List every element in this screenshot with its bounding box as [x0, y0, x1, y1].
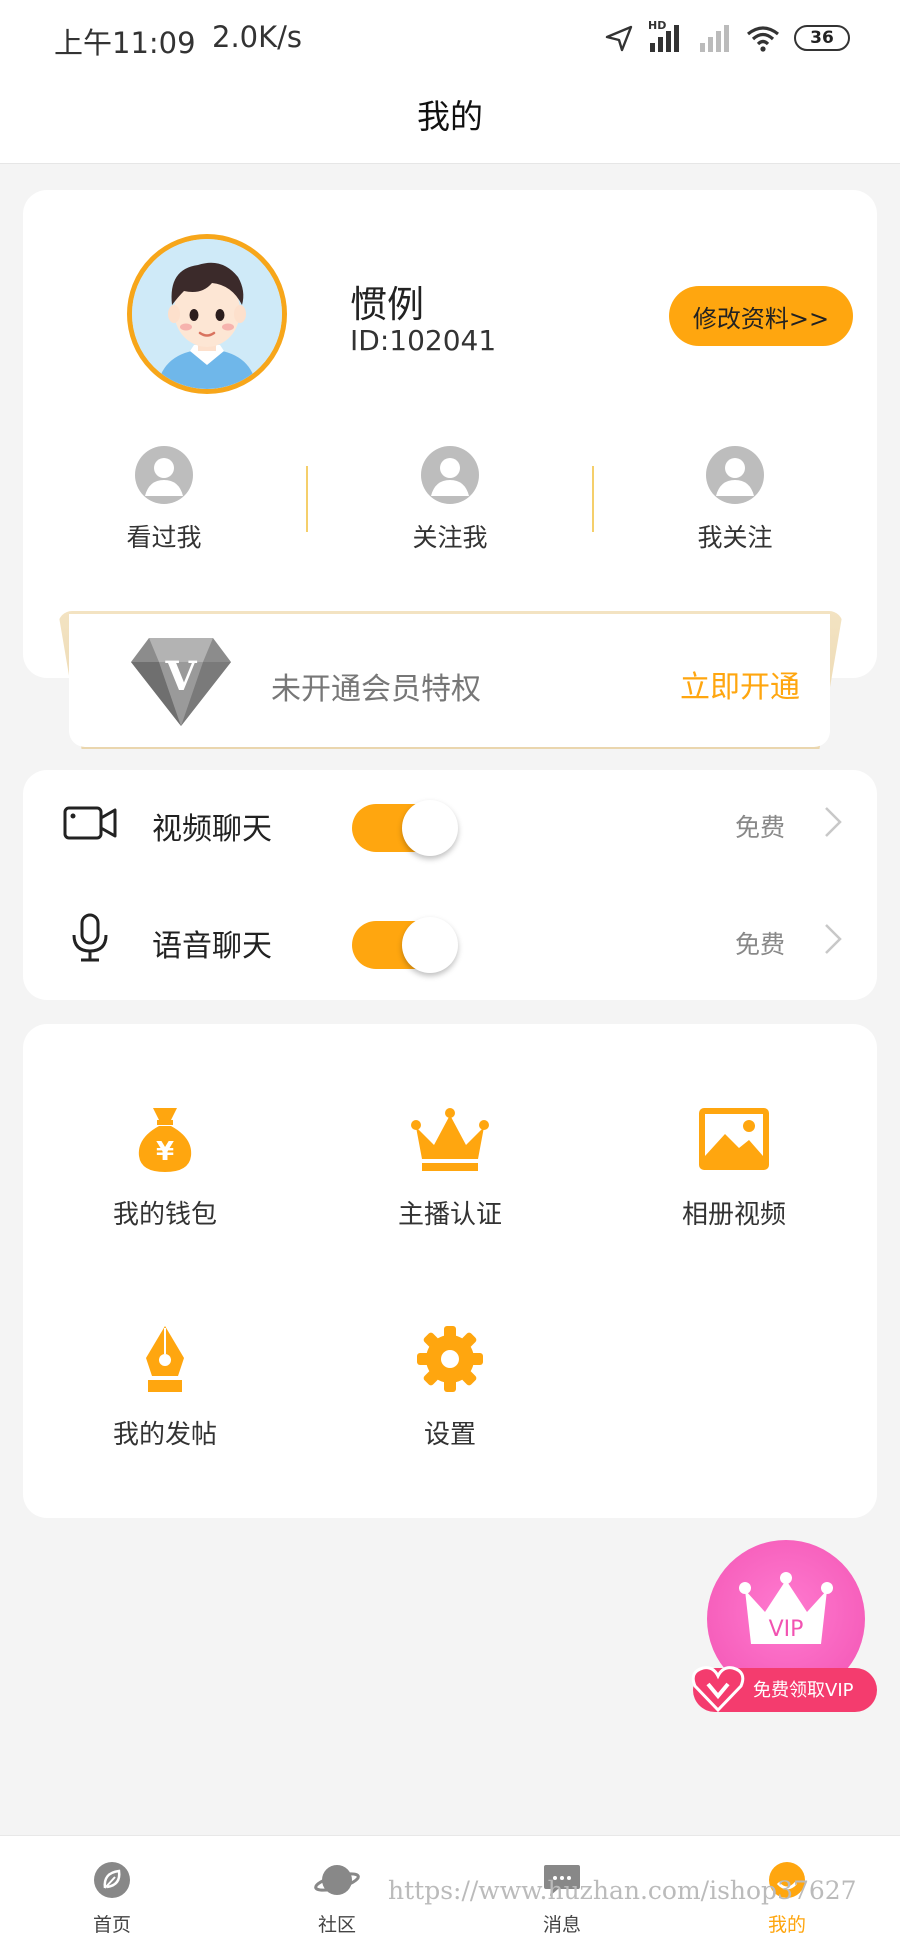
- nav-community[interactable]: 社区: [277, 1858, 397, 1937]
- user-name: 惯例: [350, 283, 424, 326]
- menu-label: 设置: [423, 1420, 476, 1450]
- stats-row: 看过我 关注我 我关注: [23, 446, 877, 566]
- crown-icon: [411, 1108, 489, 1171]
- profile-icon: [769, 1862, 805, 1898]
- free-vip-label: 免费领取VIP: [753, 1680, 854, 1701]
- menu-wallet[interactable]: ¥ 我的钱包: [65, 1098, 265, 1231]
- user-icon: [421, 446, 479, 504]
- nav-profile[interactable]: 我的: [727, 1858, 847, 1937]
- profile-card: 惯例 ID:102041 修改资料>> 看过我 关注我 我关注: [23, 190, 877, 678]
- toggle-knob: [402, 800, 458, 856]
- divider: [306, 466, 308, 532]
- vip-banner-inner: V 未开通会员特权 立即开通: [69, 614, 830, 747]
- vip-pill: 免费领取VIP: [691, 1666, 877, 1713]
- avatar[interactable]: [127, 234, 287, 394]
- nav-label: 社区: [317, 1914, 356, 1936]
- vip-open-link[interactable]: 立即开通: [680, 662, 800, 706]
- page-title: 我的: [417, 97, 483, 136]
- vip-status-text: 未开通会员特权: [271, 672, 481, 707]
- signal-icon: HD: [648, 19, 684, 53]
- menu-settings[interactable]: 设置: [350, 1318, 550, 1451]
- vip-badge-text: VIP: [769, 1617, 804, 1642]
- planet-icon: [314, 1865, 360, 1895]
- stat-following[interactable]: 我关注: [660, 446, 810, 554]
- nav-messages[interactable]: 消息: [502, 1858, 622, 1937]
- signal-weak-icon: [700, 25, 729, 52]
- chat-price: 免费: [735, 930, 786, 959]
- chevron-right-icon: [825, 807, 842, 837]
- battery-icon: 36: [794, 25, 850, 51]
- status-icons: HD 36: [604, 19, 850, 54]
- heart-icon: [691, 1666, 745, 1713]
- leaf-icon: [94, 1862, 130, 1898]
- nav-label: 我的: [767, 1914, 806, 1936]
- stat-followers[interactable]: 关注我: [375, 446, 525, 554]
- menu-card: ¥ 我的钱包 主播认证 相册视频 我的发帖 设置: [23, 1024, 877, 1518]
- chat-settings-card: 视频聊天 免费 语音聊天 免费: [23, 770, 877, 1000]
- wifi-icon: [747, 26, 779, 52]
- diamond-icon: V: [131, 638, 231, 726]
- status-bar: 上午11:09 2.0K/s HD 36: [0, 0, 900, 76]
- menu-anchor-cert[interactable]: 主播认证: [350, 1098, 550, 1231]
- chat-price: 免费: [735, 813, 786, 842]
- nav-label: 首页: [92, 1914, 131, 1936]
- chat-bubble-icon: [544, 1865, 580, 1896]
- video-chat-toggle[interactable]: [352, 800, 458, 856]
- microphone-icon: [72, 913, 108, 962]
- network-speed: 2.0K/s: [212, 20, 303, 54]
- status-time: 上午11:09: [54, 26, 196, 60]
- user-icon: [706, 446, 764, 504]
- user-icon: [135, 446, 193, 504]
- edit-profile-button[interactable]: 修改资料>>: [669, 286, 853, 346]
- chat-label: 视频聊天: [152, 812, 272, 847]
- bottom-nav: 首页 社区 消息 我的: [0, 1835, 900, 1950]
- video-chat-row[interactable]: 视频聊天 免费: [23, 770, 877, 880]
- menu-label: 主播认证: [397, 1200, 502, 1230]
- nav-home[interactable]: 首页: [52, 1858, 172, 1937]
- stat-label: 看过我: [126, 523, 202, 552]
- menu-album-video[interactable]: 相册视频: [634, 1098, 834, 1231]
- chevron-right-icon: [825, 924, 842, 954]
- divider: [592, 466, 594, 532]
- voice-chat-toggle[interactable]: [352, 917, 458, 973]
- diamond-letter: V: [164, 653, 197, 700]
- menu-label: 我的钱包: [112, 1200, 217, 1230]
- toggle-knob: [402, 917, 458, 973]
- nav-label: 消息: [542, 1914, 581, 1936]
- menu-label: 相册视频: [681, 1200, 786, 1230]
- menu-my-posts[interactable]: 我的发帖: [65, 1318, 265, 1451]
- stat-label: 关注我: [412, 523, 488, 552]
- boy-avatar: [132, 239, 282, 389]
- chat-label: 语音聊天: [152, 929, 272, 964]
- money-bag-icon: ¥: [138, 1108, 192, 1172]
- vip-banner[interactable]: V 未开通会员特权 立即开通: [58, 611, 843, 749]
- menu-label: 我的发帖: [112, 1420, 217, 1450]
- gear-icon: [417, 1326, 483, 1392]
- free-vip-button[interactable]: VIP 免费领取VIP: [691, 1540, 877, 1713]
- pen-nib-icon: [146, 1326, 184, 1392]
- page-header: 我的: [0, 76, 900, 164]
- stat-viewed-me[interactable]: 看过我: [89, 446, 239, 554]
- svg-text:¥: ¥: [156, 1137, 174, 1167]
- photo-icon: [699, 1108, 769, 1170]
- user-id: ID:102041: [350, 324, 497, 357]
- stat-label: 我关注: [697, 523, 773, 552]
- video-camera-icon: [63, 806, 117, 840]
- location-arrow-icon: [605, 25, 633, 52]
- voice-chat-row[interactable]: 语音聊天 免费: [23, 887, 877, 997]
